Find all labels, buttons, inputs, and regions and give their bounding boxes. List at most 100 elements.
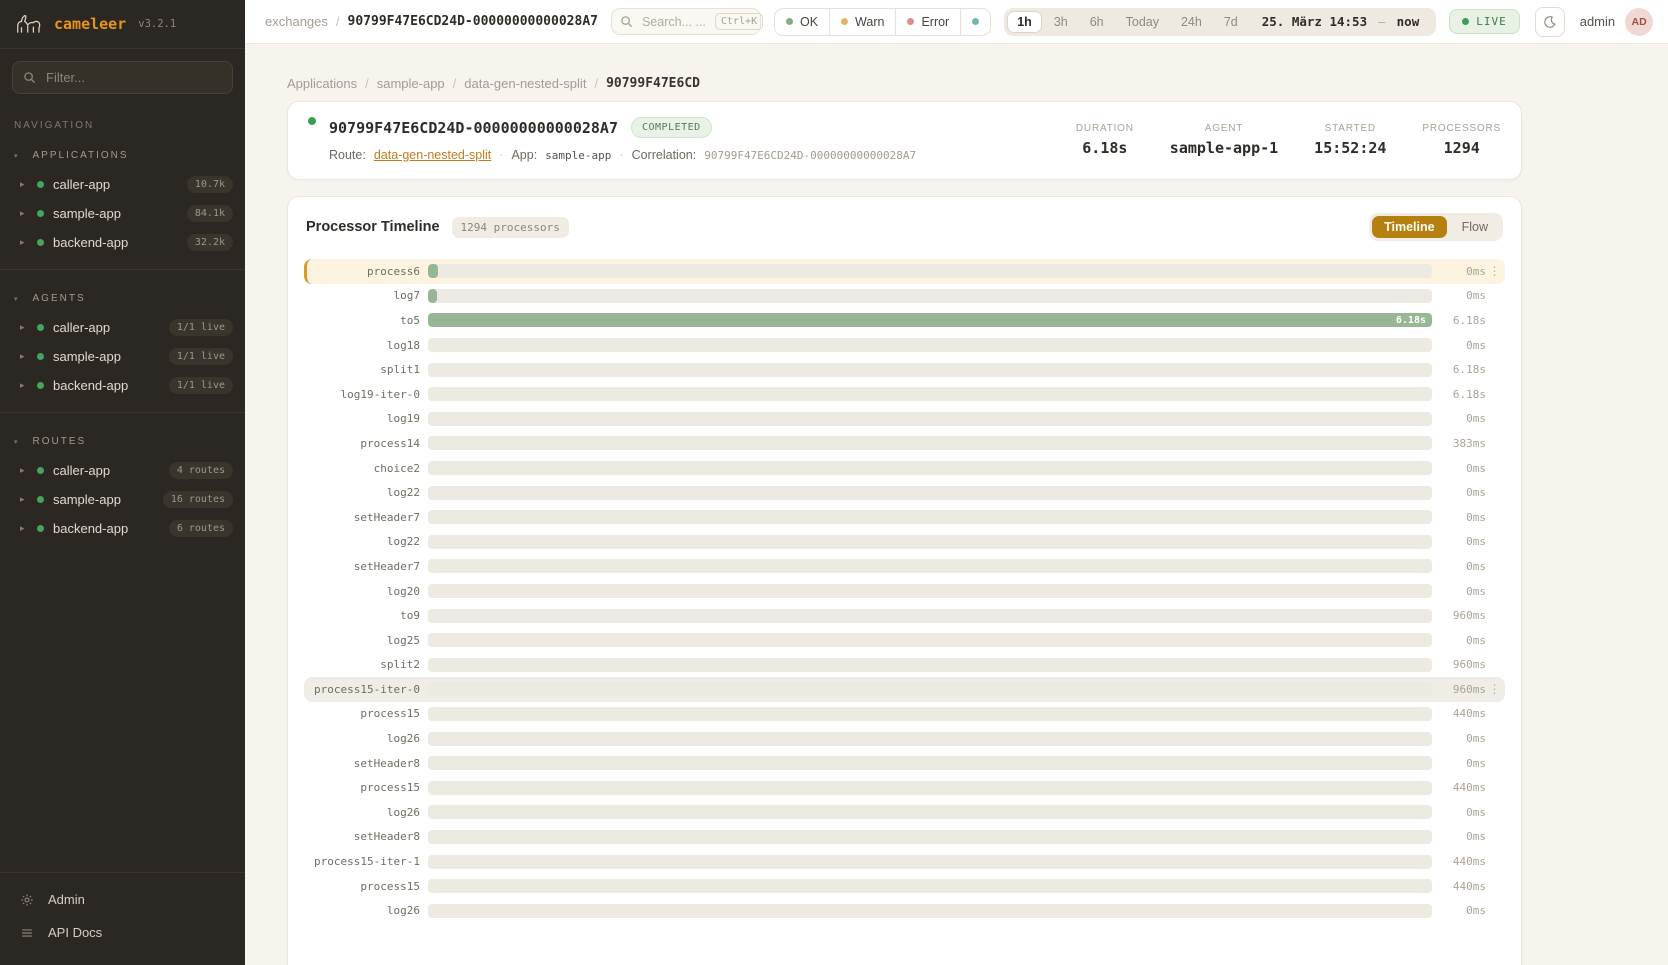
time-range-3h[interactable]: 3h xyxy=(1044,11,1078,33)
sidebar-item-agents-caller-app[interactable]: ▸caller-app1/1 live xyxy=(0,313,245,342)
timeline-row-process15[interactable]: process15440ms xyxy=(304,775,1505,800)
crumb-applications[interactable]: Applications xyxy=(287,76,357,91)
status-dot xyxy=(37,353,44,360)
page-breadcrumb: Applications/ sample-app/ data-gen-neste… xyxy=(287,76,1668,91)
processor-name: log22 xyxy=(308,535,428,548)
correlation-label: Correlation: xyxy=(632,148,697,162)
timeline-row-log25[interactable]: log250ms xyxy=(304,628,1505,653)
duration-track xyxy=(428,609,1432,623)
sidebar-item-applications-sample-app[interactable]: ▸sample-app84.1k xyxy=(0,199,245,228)
sidebar-item-applications-caller-app[interactable]: ▸caller-app10.7k xyxy=(0,170,245,199)
time-range-1h[interactable]: 1h xyxy=(1007,11,1042,33)
timeline-row-log26[interactable]: log260ms xyxy=(304,726,1505,751)
avatar[interactable]: AD xyxy=(1625,8,1653,36)
stat-label: STARTED xyxy=(1314,123,1386,134)
crumb-app[interactable]: sample-app xyxy=(377,76,445,91)
status-filter-label: OK xyxy=(800,15,818,29)
sidebar-item-badge: 6 routes xyxy=(169,520,233,537)
section-header-agents[interactable]: ▾AGENTS xyxy=(0,284,245,313)
sidebar-item-label: sample-app xyxy=(53,349,160,364)
timeline-row-to5[interactable]: to56.18s6.18s xyxy=(304,308,1505,333)
search-input[interactable] xyxy=(640,14,708,30)
sidebar-item-applications-backend-app[interactable]: ▸backend-app32.2k xyxy=(0,228,245,257)
processor-name: log19 xyxy=(308,412,428,425)
camel-logo-icon xyxy=(14,13,44,35)
footer-item-admin[interactable]: Admin xyxy=(0,883,245,916)
time-range-6h[interactable]: 6h xyxy=(1080,11,1114,33)
time-range-today[interactable]: Today xyxy=(1116,11,1169,33)
duration-track xyxy=(428,707,1432,721)
footer-item-api-docs[interactable]: API Docs xyxy=(0,916,245,949)
sidebar-item-agents-sample-app[interactable]: ▸sample-app1/1 live xyxy=(0,342,245,371)
status-filter-error[interactable]: Error xyxy=(895,9,960,35)
timeline-row-choice2[interactable]: choice20ms xyxy=(304,456,1505,481)
kebab-menu-icon[interactable]: ⋮ xyxy=(1486,264,1503,278)
status-filter-dot xyxy=(786,18,793,25)
timeline-row-to9[interactable]: to9960ms xyxy=(304,603,1505,628)
section-header-routes[interactable]: ▾ROUTES xyxy=(0,427,245,456)
timeline-row-process15[interactable]: process15440ms xyxy=(304,874,1505,899)
chevron-down-icon: ▾ xyxy=(14,295,20,303)
timeline-row-process15-iter-1[interactable]: process15-iter-1440ms xyxy=(304,849,1505,874)
duration-value: 0ms xyxy=(1432,412,1486,425)
live-badge[interactable]: LIVE xyxy=(1449,9,1520,34)
breadcrumb-section[interactable]: exchanges xyxy=(265,14,328,29)
section-divider xyxy=(0,412,245,413)
sidebar-item-routes-caller-app[interactable]: ▸caller-app4 routes xyxy=(0,456,245,485)
timeline-row-log7[interactable]: log70ms xyxy=(304,284,1505,309)
timeline-row-log19-iter-0[interactable]: log19-iter-06.18s xyxy=(304,382,1505,407)
timeline-row-log22[interactable]: log220ms xyxy=(304,530,1505,555)
correlation-value: 90799F47E6CD24D-00000000000028A7 xyxy=(704,149,916,162)
duration-value: 960ms xyxy=(1432,683,1486,696)
section-header-applications[interactable]: ▾APPLICATIONS xyxy=(0,141,245,170)
footer-item-label: API Docs xyxy=(48,925,102,940)
time-range-24h[interactable]: 24h xyxy=(1171,11,1212,33)
timeline-row-setheader8[interactable]: setHeader80ms xyxy=(304,751,1505,776)
theme-toggle-button[interactable] xyxy=(1535,7,1565,37)
sidebar-item-label: backend-app xyxy=(53,235,178,250)
timeline-row-log26[interactable]: log260ms xyxy=(304,898,1505,923)
timeline-row-setheader8[interactable]: setHeader80ms xyxy=(304,825,1505,850)
timeline-row-process15[interactable]: process15440ms xyxy=(304,702,1505,727)
status-filter-warn[interactable]: Warn xyxy=(829,9,895,35)
global-search[interactable]: Ctrl+K xyxy=(611,8,761,35)
sidebar-item-routes-backend-app[interactable]: ▸backend-app6 routes xyxy=(0,514,245,543)
timeline-row-log22[interactable]: log220ms xyxy=(304,480,1505,505)
time-range-7d[interactable]: 7d xyxy=(1214,11,1248,33)
kebab-menu-icon[interactable]: ⋮ xyxy=(1486,682,1503,696)
timeline-row-setheader7[interactable]: setHeader70ms xyxy=(304,505,1505,530)
date-range[interactable]: 25. März 14:53 — now xyxy=(1250,14,1433,29)
route-link[interactable]: data-gen-nested-split xyxy=(374,148,491,162)
status-filter-ok[interactable]: OK xyxy=(775,9,829,35)
status-dot xyxy=(37,239,44,246)
sidebar-item-routes-sample-app[interactable]: ▸sample-app16 routes xyxy=(0,485,245,514)
duration-track xyxy=(428,338,1432,352)
timeline-row-log20[interactable]: log200ms xyxy=(304,579,1505,604)
duration-track xyxy=(428,904,1432,918)
duration-value: 0ms xyxy=(1432,732,1486,745)
timeline-row-log19[interactable]: log19 0ms xyxy=(304,407,1505,432)
processor-name: setHeader8 xyxy=(308,757,428,770)
timeline-row-split2[interactable]: split2960ms xyxy=(304,653,1505,678)
status-filter-extra[interactable] xyxy=(960,9,990,35)
processor-name: process15 xyxy=(308,707,428,720)
view-toggle-flow[interactable]: Flow xyxy=(1450,216,1500,238)
sidebar-item-label: caller-app xyxy=(53,463,160,478)
sidebar: cameleer v3.2.1 NAVIGATION ▾APPLICATIONS… xyxy=(0,0,245,965)
timeline-row-process15-iter-0[interactable]: process15-iter-0960ms⋮ xyxy=(304,677,1505,702)
sidebar-item-agents-backend-app[interactable]: ▸backend-app1/1 live xyxy=(0,371,245,400)
sidebar-filter-input[interactable] xyxy=(44,69,222,86)
timeline-row-setheader7[interactable]: setHeader70ms xyxy=(304,554,1505,579)
timeline-row-process6[interactable]: process60ms⋮ xyxy=(304,259,1505,284)
navigation-label: NAVIGATION xyxy=(0,106,245,135)
crumb-route[interactable]: data-gen-nested-split xyxy=(464,76,586,91)
view-toggle-timeline[interactable]: Timeline xyxy=(1372,216,1446,238)
timeline-row-log18[interactable]: log180ms xyxy=(304,333,1505,358)
duration-value: 0ms xyxy=(1432,265,1486,278)
stat-label: AGENT xyxy=(1170,123,1278,134)
timeline-row-process14[interactable]: process14383ms xyxy=(304,431,1505,456)
duration-value: 6.18s xyxy=(1432,363,1486,376)
timeline-row-split1[interactable]: split16.18s xyxy=(304,357,1505,382)
sidebar-filter[interactable] xyxy=(12,61,233,94)
timeline-row-log26[interactable]: log260ms xyxy=(304,800,1505,825)
